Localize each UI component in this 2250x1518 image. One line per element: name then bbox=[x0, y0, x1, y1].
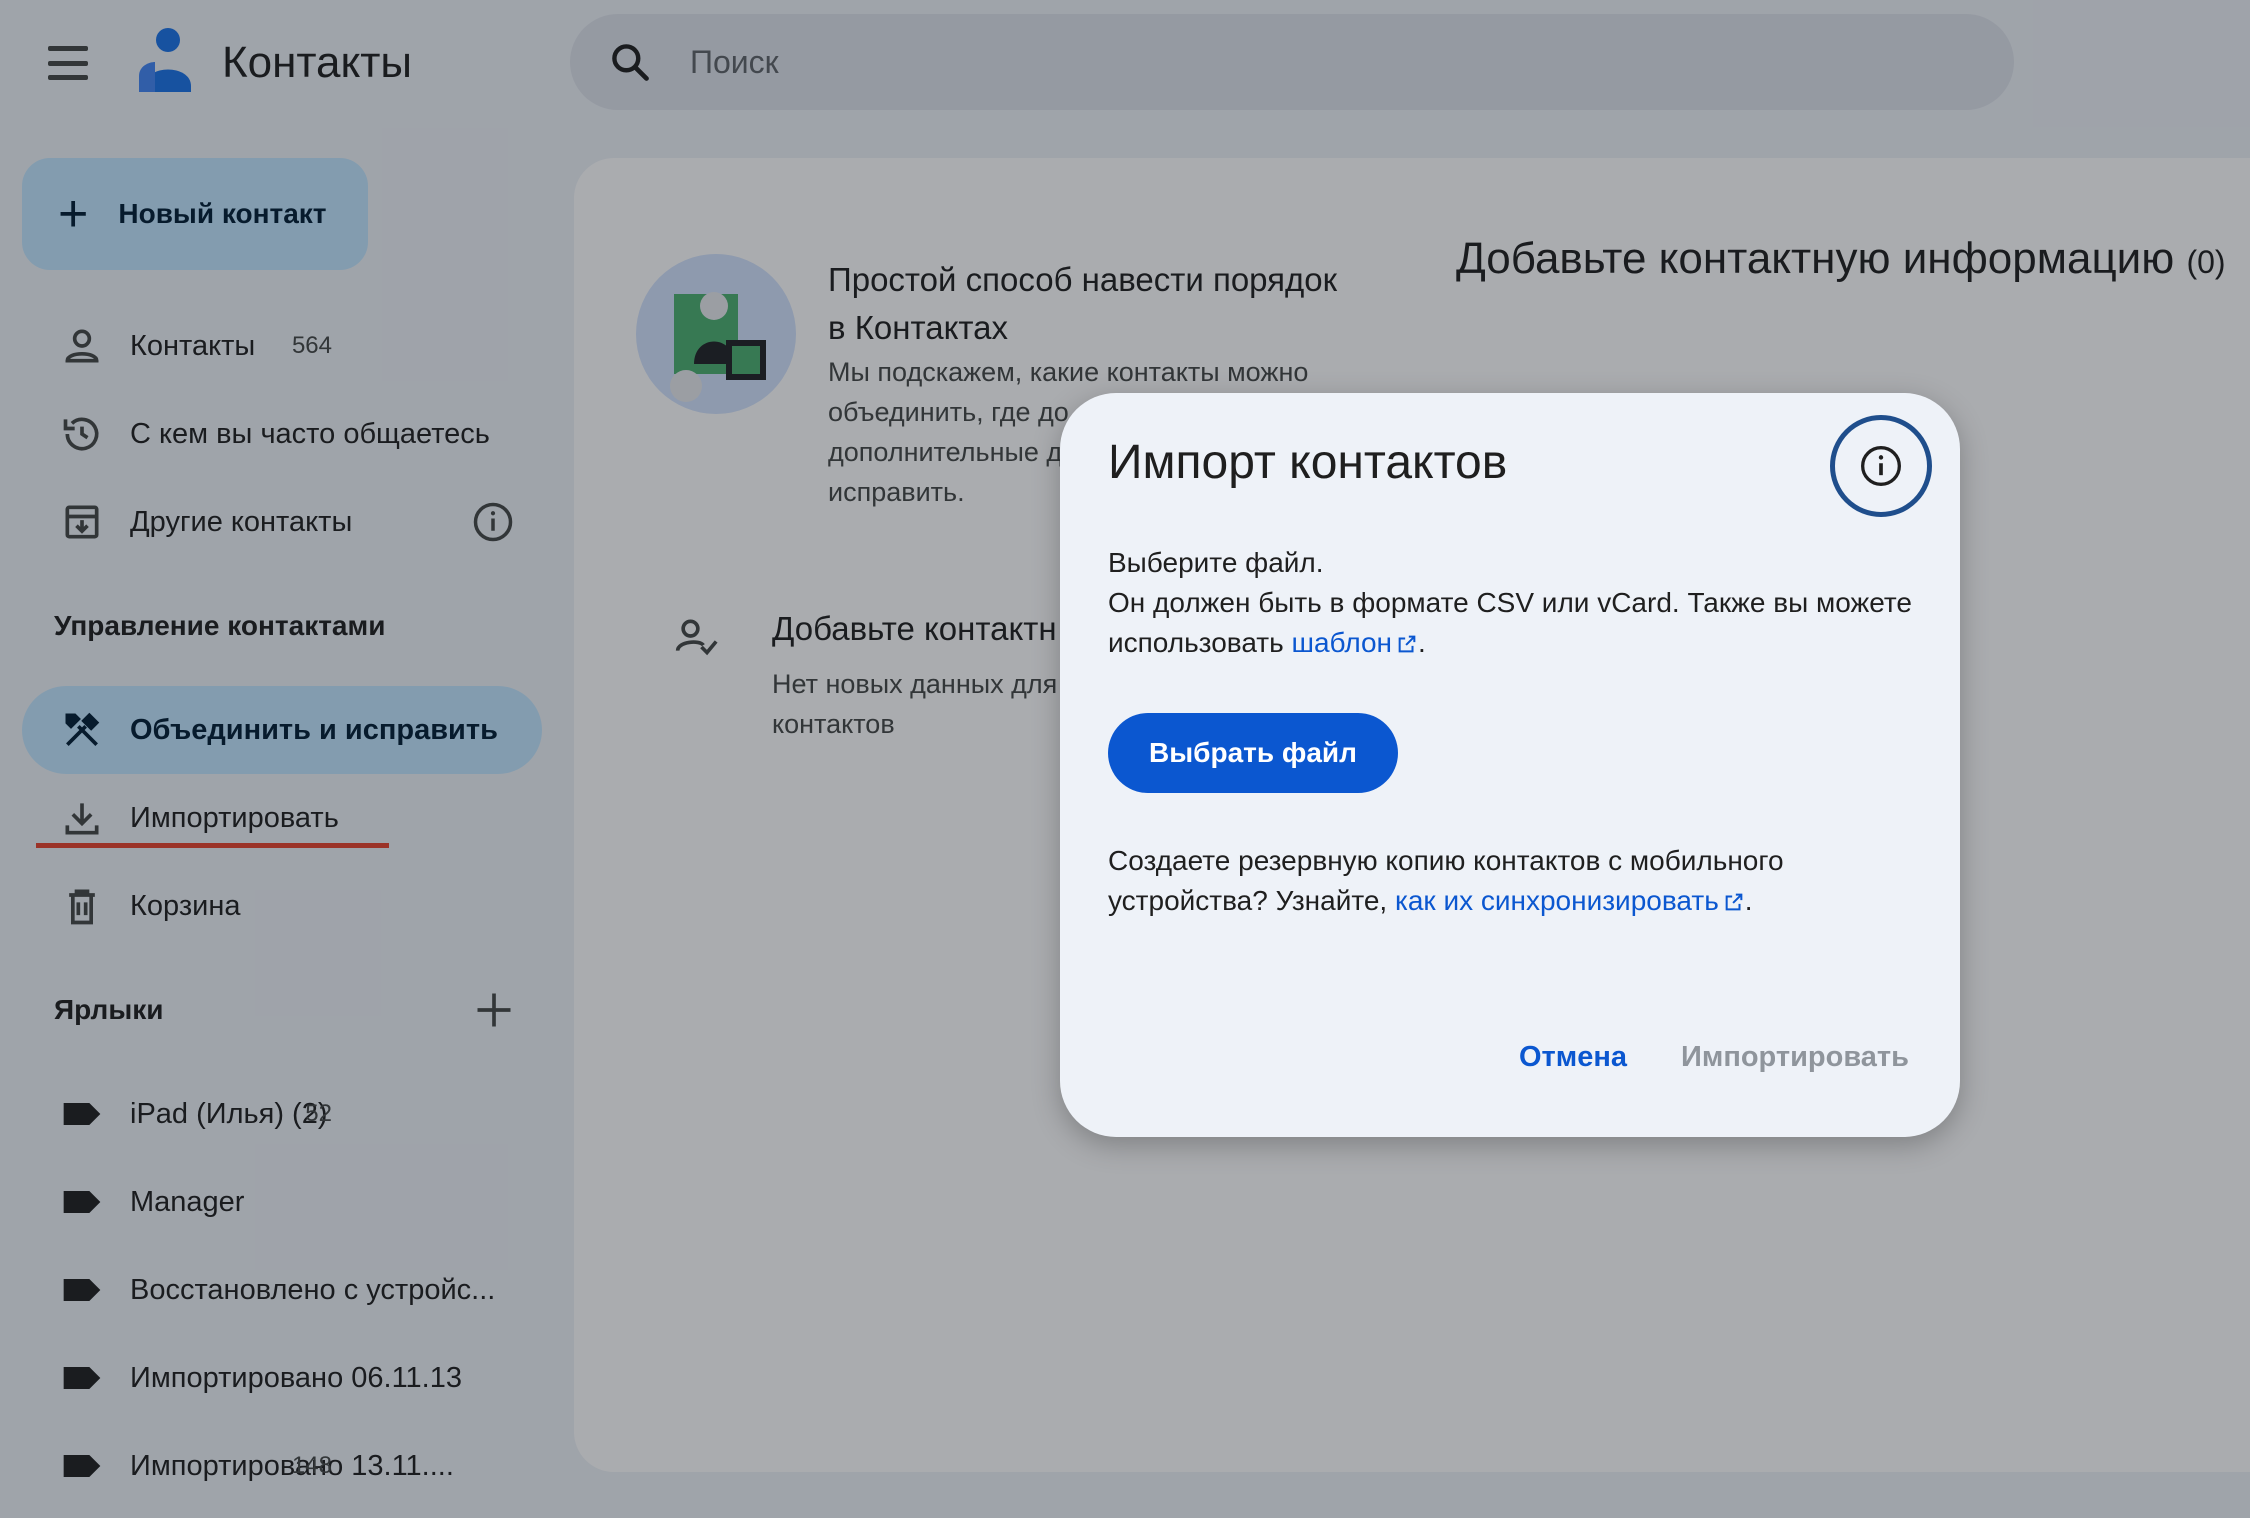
external-link-icon bbox=[1725, 893, 1743, 911]
cancel-button[interactable]: Отмена bbox=[1492, 1029, 1654, 1085]
choose-file-button[interactable]: Выбрать файл bbox=[1108, 713, 1398, 793]
external-link-icon bbox=[1398, 635, 1416, 653]
sync-link[interactable]: как их синхронизировать bbox=[1395, 885, 1745, 916]
info-icon bbox=[1861, 446, 1901, 486]
template-link[interactable]: шаблон bbox=[1292, 627, 1419, 658]
sync-link-text[interactable]: как их синхронизировать bbox=[1395, 885, 1719, 916]
template-link-text[interactable]: шаблон bbox=[1292, 627, 1393, 658]
import-contacts-dialog: Импорт контактов Выберите файл. Он долже… bbox=[1060, 393, 1960, 1137]
dialog-info-button[interactable] bbox=[1830, 415, 1932, 517]
import-button[interactable]: Импортировать bbox=[1670, 1029, 1920, 1085]
backup-text: . bbox=[1744, 885, 1753, 916]
dialog-title: Импорт контактов bbox=[1108, 436, 1508, 489]
instruction-text: Он должен быть в формате CSV или vCard. … bbox=[1108, 587, 1912, 658]
instruction-text: . bbox=[1418, 627, 1426, 658]
instruction-line: Выберите файл. bbox=[1108, 547, 1324, 578]
backup-hint: Создаете резервную копию контактов с моб… bbox=[1108, 841, 1918, 921]
dialog-instructions: Выберите файл. Он должен быть в формате … bbox=[1108, 543, 1918, 663]
instruction-line: Он должен быть в формате CSV или vCard. … bbox=[1108, 583, 1918, 663]
